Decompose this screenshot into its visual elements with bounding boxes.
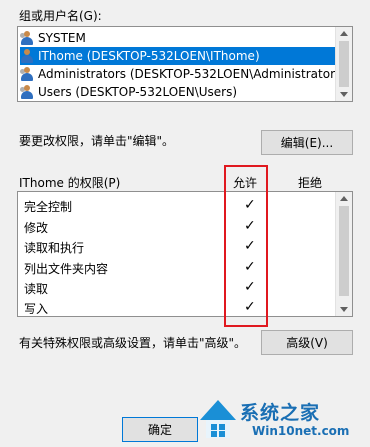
permission-name: 列出文件夹内容 <box>24 262 109 276</box>
user-icon <box>20 49 34 63</box>
list-item[interactable]: IThome (DESKTOP-532LOEN\IThome) <box>20 47 336 65</box>
group-listbox[interactable]: SYSTEM IThome (DESKTOP-532LOEN\IThome) A… <box>17 26 353 102</box>
permissions-title: IThome 的权限(P) <box>19 176 121 190</box>
group-scrollbar[interactable] <box>335 27 352 101</box>
watermark-title: 系统之家 <box>240 402 321 424</box>
list-item[interactable]: SYSTEM <box>20 29 336 47</box>
user-group-icon <box>20 85 34 99</box>
group-label: 组或用户名(G): <box>19 9 102 23</box>
permission-row: 修改 ✓ <box>24 217 334 237</box>
permission-name: 读取和执行 <box>24 241 85 255</box>
permissions-list: 完全控制 ✓ 修改 ✓ 读取和执行 ✓ 列出文件夹内容 ✓ 读取 ✓ 写入 ✓ <box>17 191 353 317</box>
scroll-thumb[interactable] <box>339 41 349 87</box>
permission-name: 修改 <box>24 221 49 235</box>
advanced-button[interactable]: 高级(V) <box>261 330 353 355</box>
list-item-label: SYSTEM <box>38 31 86 45</box>
change-hint: 要更改权限，请单击"编辑"。 <box>19 134 175 148</box>
list-item-label: Administrators (DESKTOP-532LOEN\Administ… <box>38 67 346 81</box>
scroll-up-icon[interactable] <box>340 196 348 201</box>
allow-column-highlight <box>224 165 268 327</box>
deny-header: 拒绝 <box>298 176 323 190</box>
edit-button[interactable]: 编辑(E)... <box>261 130 353 155</box>
user-group-icon <box>20 67 34 81</box>
list-item[interactable]: Users (DESKTOP-532LOEN\Users) <box>20 83 336 101</box>
permission-row: 列出文件夹内容 ✓ <box>24 258 334 278</box>
ok-button[interactable]: 确定 <box>122 417 198 442</box>
permission-row: 读取 ✓ <box>24 278 334 298</box>
list-item[interactable]: Administrators (DESKTOP-532LOEN\Administ… <box>20 65 346 83</box>
user-group-icon <box>20 31 34 45</box>
permission-name: 写入 <box>24 302 49 316</box>
scroll-thumb[interactable] <box>339 206 349 296</box>
scroll-down-icon[interactable] <box>340 307 348 312</box>
watermark-url: Win10net.com <box>252 424 350 438</box>
list-item-label: Users (DESKTOP-532LOEN\Users) <box>38 85 238 99</box>
permission-row: 写入 ✓ <box>24 298 334 316</box>
permission-row: 完全控制 ✓ <box>24 196 334 216</box>
list-item-label: IThome (DESKTOP-532LOEN\IThome) <box>38 49 260 63</box>
advanced-hint: 有关特殊权限或高级设置，请单击"高级"。 <box>19 336 247 350</box>
permission-name: 读取 <box>24 282 49 296</box>
permissions-scrollbar[interactable] <box>335 192 352 316</box>
watermark-logo-icon <box>200 400 236 438</box>
scroll-up-icon[interactable] <box>340 31 348 36</box>
permission-row: 读取和执行 ✓ <box>24 237 334 257</box>
permission-name: 完全控制 <box>24 200 73 214</box>
scroll-down-icon[interactable] <box>340 92 348 97</box>
